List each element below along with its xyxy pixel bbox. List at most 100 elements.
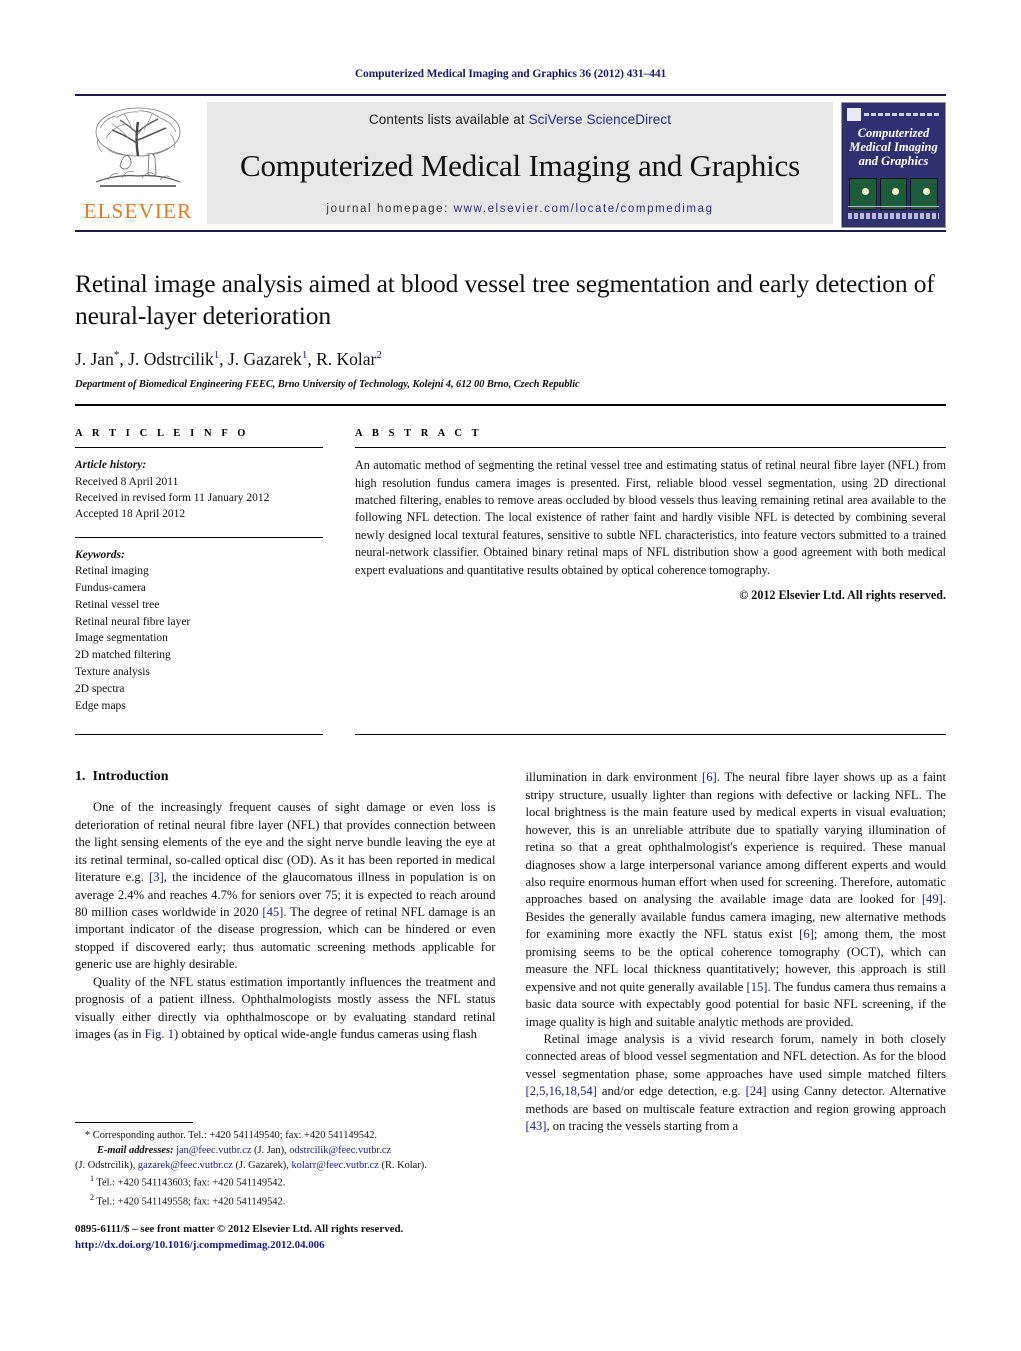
keyword-item: Retinal neural fibre layer [75,615,191,628]
keyword-item: Edge maps [75,699,126,712]
keyword-item: Retinal vessel tree [75,598,160,611]
abstract-bottom-divider [355,734,946,736]
contents-available-line: Contents lists available at SciVerse Sci… [369,112,671,127]
email-label: E-mail addresses: [97,1144,174,1156]
article-history-label: Article history: [75,459,147,472]
sciencedirect-link[interactable]: SciVerse ScienceDirect [529,112,672,127]
title-divider [75,404,946,407]
affiliation: Department of Biomedical Engineering FEE… [75,379,580,391]
email-link[interactable]: gazarek@feec.vutbr.cz [138,1160,233,1171]
issn-copyright-block: 0895-6111/$ – see front matter © 2012 El… [75,1222,525,1254]
email-owner: (J. Jan), [251,1144,290,1156]
issn-line: 0895-6111/$ – see front matter © 2012 El… [75,1223,404,1235]
footnote-note-2: 2 Tel.: +420 541149558; fax: +420 541149… [75,1192,510,1210]
author-name: R. Kolar [316,349,377,370]
elsevier-wordmark: ELSEVIER [83,199,193,223]
footnote-divider [75,1122,193,1123]
elsevier-logo: ELSEVIER [75,102,201,224]
abstract-copyright: © 2012 Elsevier Ltd. All rights reserved… [739,588,946,603]
footnote-corresponding-author: * Corresponding author. Tel.: +420 54114… [85,1130,377,1141]
paragraph: illumination in dark environment [6]. Th… [525,770,947,1029]
keyword-item: Texture analysis [75,666,150,679]
keyword-item: Fundus-camera [75,582,146,595]
footnote-marker: 2 [90,1192,94,1202]
cover-title: Computerized Medical Imaging and Graphic… [849,126,938,168]
page-title: Retinal image analysis aimed at blood ve… [75,269,935,331]
email-link[interactable]: kolarr@feec.vutbr.cz [291,1160,378,1171]
keyword-item: Image segmentation [75,632,168,645]
cover-topbar [847,108,940,121]
journal-band: Contents lists available at SciVerse Sci… [207,102,833,224]
email-link[interactable]: odstrcilik@feec.vutbr.cz [289,1145,391,1156]
section-number: 1. [75,769,86,785]
footnote-emails-line2: (J. Odstrcilik), gazarek@feec.vutbr.cz (… [75,1159,510,1174]
citation-ref[interactable]: [24] [746,1084,767,1098]
author-list: J. Jan*, J. Odstrcilik1, J. Gazarek1, R.… [75,349,382,370]
citation-ref[interactable]: [6] [702,770,717,784]
footnote-emails-line1: E-mail addresses: jan@feec.vutbr.cz (J. … [75,1144,510,1159]
keywords-label: Keywords: [75,548,125,561]
article-info-heading: A R T I C L E I N F O [75,428,250,440]
citation-ref[interactable]: [6] [799,927,814,941]
abstract-bottom-dividers [75,734,946,736]
cover-divider [848,206,939,207]
journal-cover-thumbnail: Computerized Medical Imaging and Graphic… [841,102,946,228]
abstract-text: An automatic method of segmenting the re… [355,458,946,577]
cover-elsevier-mark-icon [847,108,861,121]
author-marker[interactable]: * [114,349,120,361]
paragraph: Retinal image analysis is a vivid resear… [525,1031,947,1134]
citation-ref[interactable]: [45] [262,905,283,919]
footnote-block: * Corresponding author. Tel.: +420 54114… [75,1122,510,1210]
author-marker[interactable]: 2 [376,349,382,361]
author-name: J. Gazarek [227,349,302,370]
doi-link[interactable]: http://dx.doi.org/10.1016/j.compmedimag.… [75,1238,525,1254]
author-marker[interactable]: 1 [214,349,220,361]
journal-homepage-line: journal homepage: www.elsevier.com/locat… [326,203,713,215]
info-abstract-section: A R T I C L E I N F O Article history: R… [75,428,946,714]
keywords-list: Keywords: Retinal imaging Fundus-camera … [75,547,323,715]
journal-homepage-link[interactable]: www.elsevier.com/locate/compmedimag [454,203,714,215]
keyword-item: Retinal imaging [75,565,149,578]
cover-microtext [864,113,940,116]
body-columns: 1. Introduction One of the increasingly f… [75,769,946,1135]
citation-ref[interactable]: [3] [149,870,164,884]
abstract-divider [355,447,946,449]
article-history: Article history: Received 8 April 2011 R… [75,457,323,522]
info-bottom-divider [75,734,323,736]
article-info-divider [75,447,323,449]
citation-ref[interactable]: [2,5,16,18,54] [526,1084,597,1098]
elsevier-tree-icon [95,107,181,187]
email-link[interactable]: jan@feec.vutbr.cz [176,1145,251,1156]
citation-ref[interactable]: [43] [526,1119,547,1133]
history-item: Accepted 18 April 2012 [75,508,186,521]
footnote-text: Tel.: +420 541149558; fax: +420 54114954… [96,1196,286,1207]
keywords-divider [75,536,323,538]
running-head: Computerized Medical Imaging and Graphic… [354,68,667,80]
keyword-item: 2D matched filtering [75,649,171,662]
journal-title: Computerized Medical Imaging and Graphic… [240,147,800,183]
author-name: J. Jan [75,349,114,370]
contents-prefix: Contents lists available at [368,112,529,127]
history-item: Received 8 April 2011 [75,475,179,488]
email-owner: (J. Gazarek), [232,1159,292,1171]
author-marker[interactable]: 1 [302,349,308,361]
title-block: Retinal image analysis aimed at blood ve… [75,268,946,390]
section-heading-introduction: 1. Introduction [75,769,496,785]
footnote-text: Tel.: +420 541143603; fax: +420 54114954… [96,1177,286,1189]
abstract-column: A B S T R A C T An automatic method of s… [355,428,946,714]
email-owner: (J. Odstrcilik), [75,1159,138,1171]
keyword-item: 2D spectra [75,682,125,695]
history-item: Received in revised form 11 January 2012 [75,491,270,504]
citation-ref[interactable]: [15] [747,980,768,994]
footnote-marker: 1 [90,1174,94,1184]
paragraph: Quality of the NFL status estimation imp… [75,974,496,1042]
journal-masthead: ELSEVIER Contents lists available at Sci… [75,94,946,232]
paper-page: Computerized Medical Imaging and Graphic… [0,0,1021,1351]
figure-ref[interactable]: Fig. 1 [145,1027,174,1041]
citation-ref[interactable]: [49] [922,892,943,906]
abstract-heading: A B S T R A C T [355,428,483,440]
cover-footer-microtext [848,213,939,219]
section-title: Introduction [92,769,169,785]
email-owner: (R. Kolar). [378,1159,427,1171]
body-column-left: 1. Introduction One of the increasingly f… [75,769,496,1135]
